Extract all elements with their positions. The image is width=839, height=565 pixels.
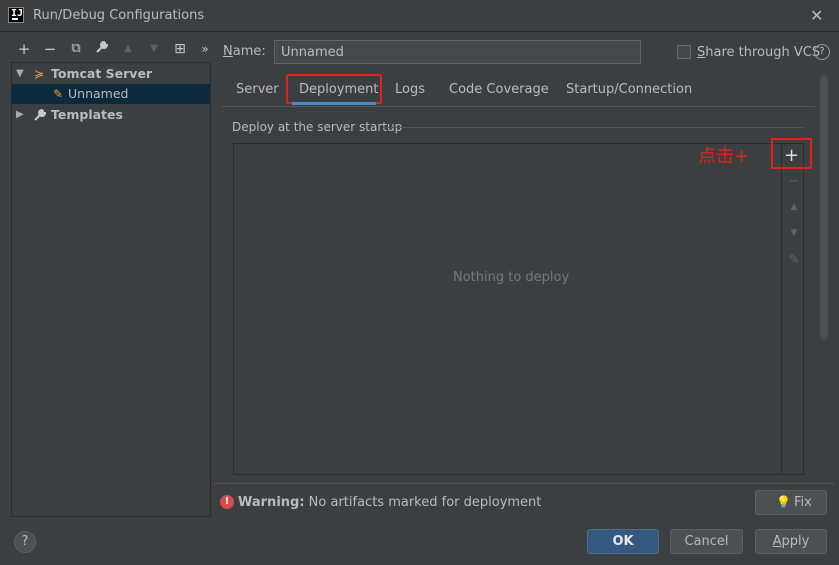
add-configuration-button[interactable]: + (15, 40, 33, 58)
more-actions-button[interactable]: » (196, 40, 214, 58)
configuration-tree[interactable]: ▼ ≽ Tomcat Server ✎ Unnamed ▶ Templates (11, 62, 211, 517)
help-icon[interactable]: ? (814, 44, 830, 60)
tree-item-templates[interactable]: ▶ Templates (12, 105, 210, 125)
new-folder-icon[interactable]: ⊞ (171, 40, 189, 58)
tree-item-label: Tomcat Server (51, 66, 153, 81)
tree-item-tomcat-server[interactable]: ▼ ≽ Tomcat Server (12, 64, 210, 84)
tab-startup-connection[interactable]: Startup/Connection (566, 82, 692, 97)
window-title: Run/Debug Configurations (33, 8, 205, 23)
apply-button[interactable]: Apply (755, 529, 827, 554)
fix-button[interactable]: 💡 Fix (755, 490, 827, 515)
vertical-scrollbar[interactable] (820, 75, 828, 340)
warning-icon: ! (220, 495, 234, 509)
section-divider (383, 127, 804, 128)
tree-item-unnamed[interactable]: ✎ Unnamed (12, 84, 210, 104)
highlight-box-add (771, 138, 812, 169)
empty-list-text: Nothing to deploy (453, 270, 570, 285)
section-title: Deploy at the server startup (232, 120, 403, 134)
tab-server[interactable]: Server (236, 82, 279, 97)
warning-message: Warning: No artifacts marked for deploym… (238, 495, 542, 510)
move-artifact-up-button[interactable]: ▲ (785, 202, 803, 212)
edit-artifact-icon[interactable]: ✎ (785, 252, 803, 268)
move-artifact-down-button[interactable]: ▼ (785, 228, 803, 238)
tab-logs[interactable]: Logs (395, 82, 425, 97)
tomcat-icon: ≽ (34, 67, 45, 81)
intellij-app-icon: IJ (8, 7, 24, 23)
remove-artifact-button[interactable]: − (785, 174, 803, 189)
copy-configuration-button[interactable]: ⧉ (67, 40, 85, 58)
cancel-button[interactable]: Cancel (670, 529, 743, 554)
footer-divider (214, 483, 834, 484)
move-up-button[interactable]: ▲ (119, 40, 137, 58)
ok-button[interactable]: OK (587, 529, 659, 554)
expanded-arrow-icon[interactable]: ▼ (16, 64, 24, 84)
fix-label: Fix (794, 495, 812, 510)
remove-configuration-button[interactable]: − (41, 40, 59, 58)
annotation-click-plus: 点击+ (698, 146, 750, 167)
bulb-icon: 💡 (776, 495, 791, 509)
wrench-icon (33, 108, 47, 128)
highlight-box-deployment (286, 74, 382, 104)
deployment-list[interactable] (233, 143, 782, 475)
name-input[interactable] (274, 40, 641, 64)
tab-code-coverage[interactable]: Code Coverage (449, 82, 549, 97)
move-down-button[interactable]: ▼ (145, 40, 163, 58)
share-through-vcs-label[interactable]: Share through VCS (697, 45, 820, 60)
collapsed-arrow-icon[interactable]: ▶ (16, 105, 24, 125)
edit-defaults-wrench-icon[interactable] (93, 40, 111, 58)
name-label: Name: (223, 44, 266, 59)
close-icon[interactable]: ✕ (810, 6, 823, 25)
active-tab-indicator (292, 102, 376, 105)
tomcat-config-icon: ✎ (53, 87, 64, 101)
tree-item-label: Templates (51, 107, 123, 122)
tree-item-label: Unnamed (68, 86, 129, 101)
deployment-toolbar (782, 143, 804, 475)
share-through-vcs-checkbox[interactable] (677, 45, 691, 59)
help-button[interactable]: ? (14, 531, 36, 553)
